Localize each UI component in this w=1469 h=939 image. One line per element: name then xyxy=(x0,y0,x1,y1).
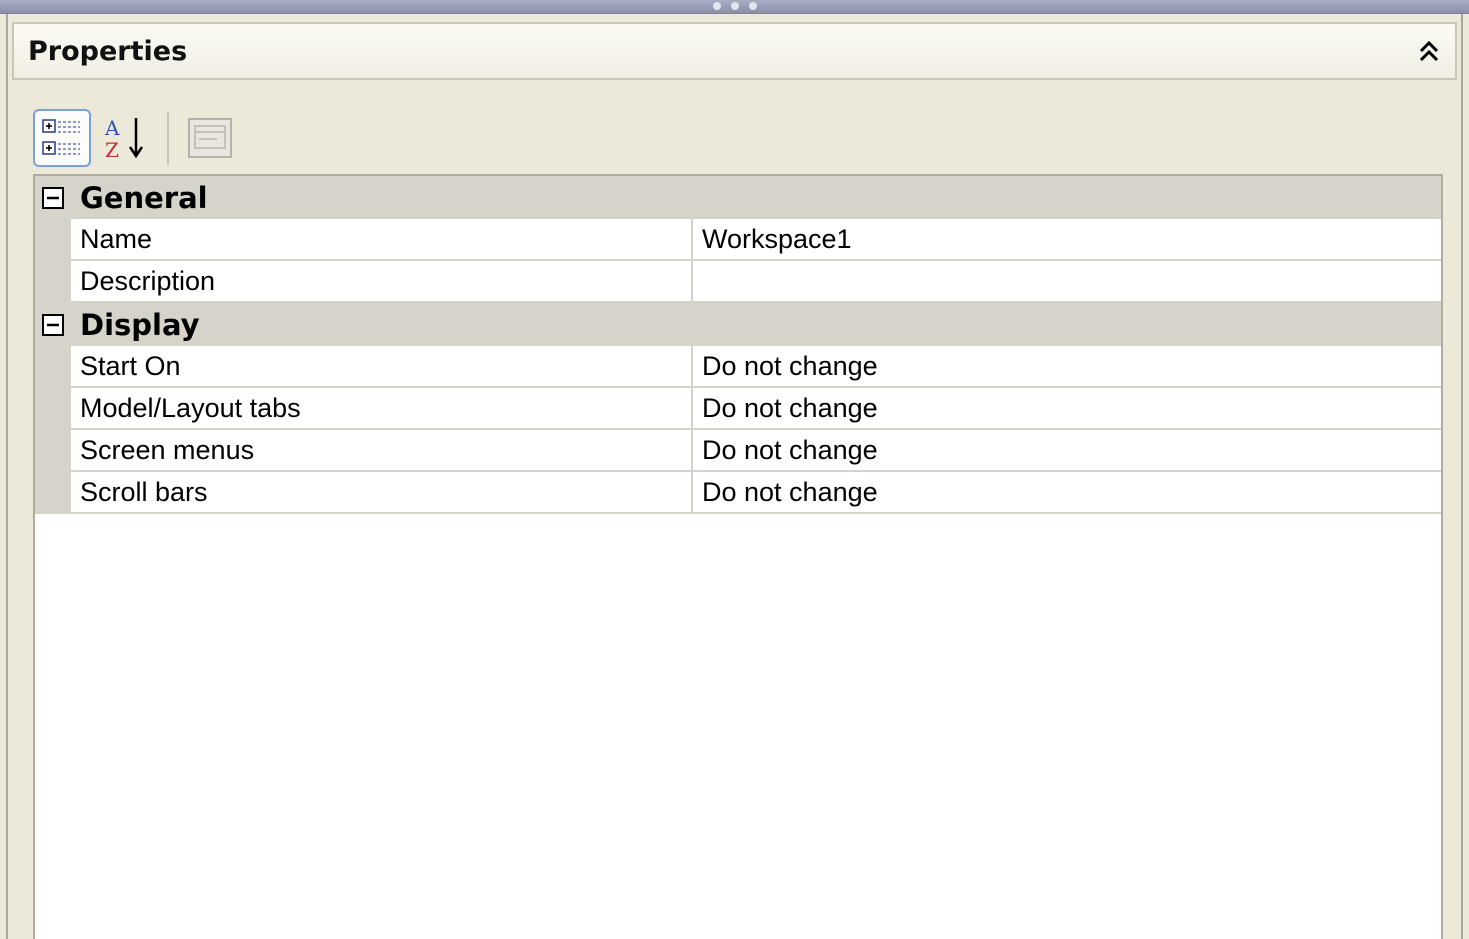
categorized-button[interactable] xyxy=(33,109,91,167)
property-pages-button[interactable] xyxy=(181,109,239,167)
collapse-minus-icon xyxy=(42,186,64,209)
collapse-button[interactable] xyxy=(1415,37,1443,65)
alphabetical-sort-icon: A Z xyxy=(104,116,144,162)
property-value[interactable]: Do not change xyxy=(693,472,1441,514)
double-chevron-up-icon xyxy=(1419,40,1439,62)
property-name: Description xyxy=(71,261,693,303)
panel-header: Properties xyxy=(12,22,1457,80)
property-name: Name xyxy=(71,219,693,261)
svg-text:A: A xyxy=(104,116,120,140)
property-row[interactable]: Screen menus Do not change xyxy=(35,430,1441,472)
property-name: Model/Layout tabs xyxy=(71,388,693,430)
property-row[interactable]: Scroll bars Do not change xyxy=(35,472,1441,514)
alphabetical-button[interactable]: A Z xyxy=(97,109,155,167)
property-name: Scroll bars xyxy=(71,472,693,514)
property-value[interactable] xyxy=(693,261,1441,303)
category-display[interactable]: Display xyxy=(35,303,1441,346)
property-value[interactable]: Do not change xyxy=(693,346,1441,388)
property-row[interactable]: Description xyxy=(35,261,1441,303)
property-value[interactable]: Do not change xyxy=(693,430,1441,472)
property-pages-icon xyxy=(188,118,232,158)
property-row[interactable]: Start On Do not change xyxy=(35,346,1441,388)
properties-toolbar: A Z xyxy=(33,106,239,170)
category-label: General xyxy=(80,180,208,215)
panel-splitter[interactable] xyxy=(0,0,1469,14)
property-value[interactable]: Workspace1 xyxy=(693,219,1441,261)
properties-panel: Properties A Z General Name Workspace1 D… xyxy=(6,14,1463,939)
property-row[interactable]: Model/Layout tabs Do not change xyxy=(35,388,1441,430)
category-label: Display xyxy=(80,307,200,342)
category-general[interactable]: General xyxy=(35,176,1441,219)
property-row[interactable]: Name Workspace1 xyxy=(35,219,1441,261)
category-collapse-toggle[interactable] xyxy=(35,303,71,346)
panel-title: Properties xyxy=(28,35,188,67)
category-collapse-toggle[interactable] xyxy=(35,176,71,219)
splitter-grip-icon[interactable] xyxy=(713,2,757,10)
property-value[interactable]: Do not change xyxy=(693,388,1441,430)
categorized-view-icon xyxy=(42,119,80,155)
toolbar-separator xyxy=(167,111,169,165)
property-name: Screen menus xyxy=(71,430,693,472)
property-name: Start On xyxy=(71,346,693,388)
svg-text:Z: Z xyxy=(105,138,119,162)
collapse-minus-icon xyxy=(42,313,64,336)
property-grid: General Name Workspace1 Description Disp… xyxy=(33,174,1443,939)
